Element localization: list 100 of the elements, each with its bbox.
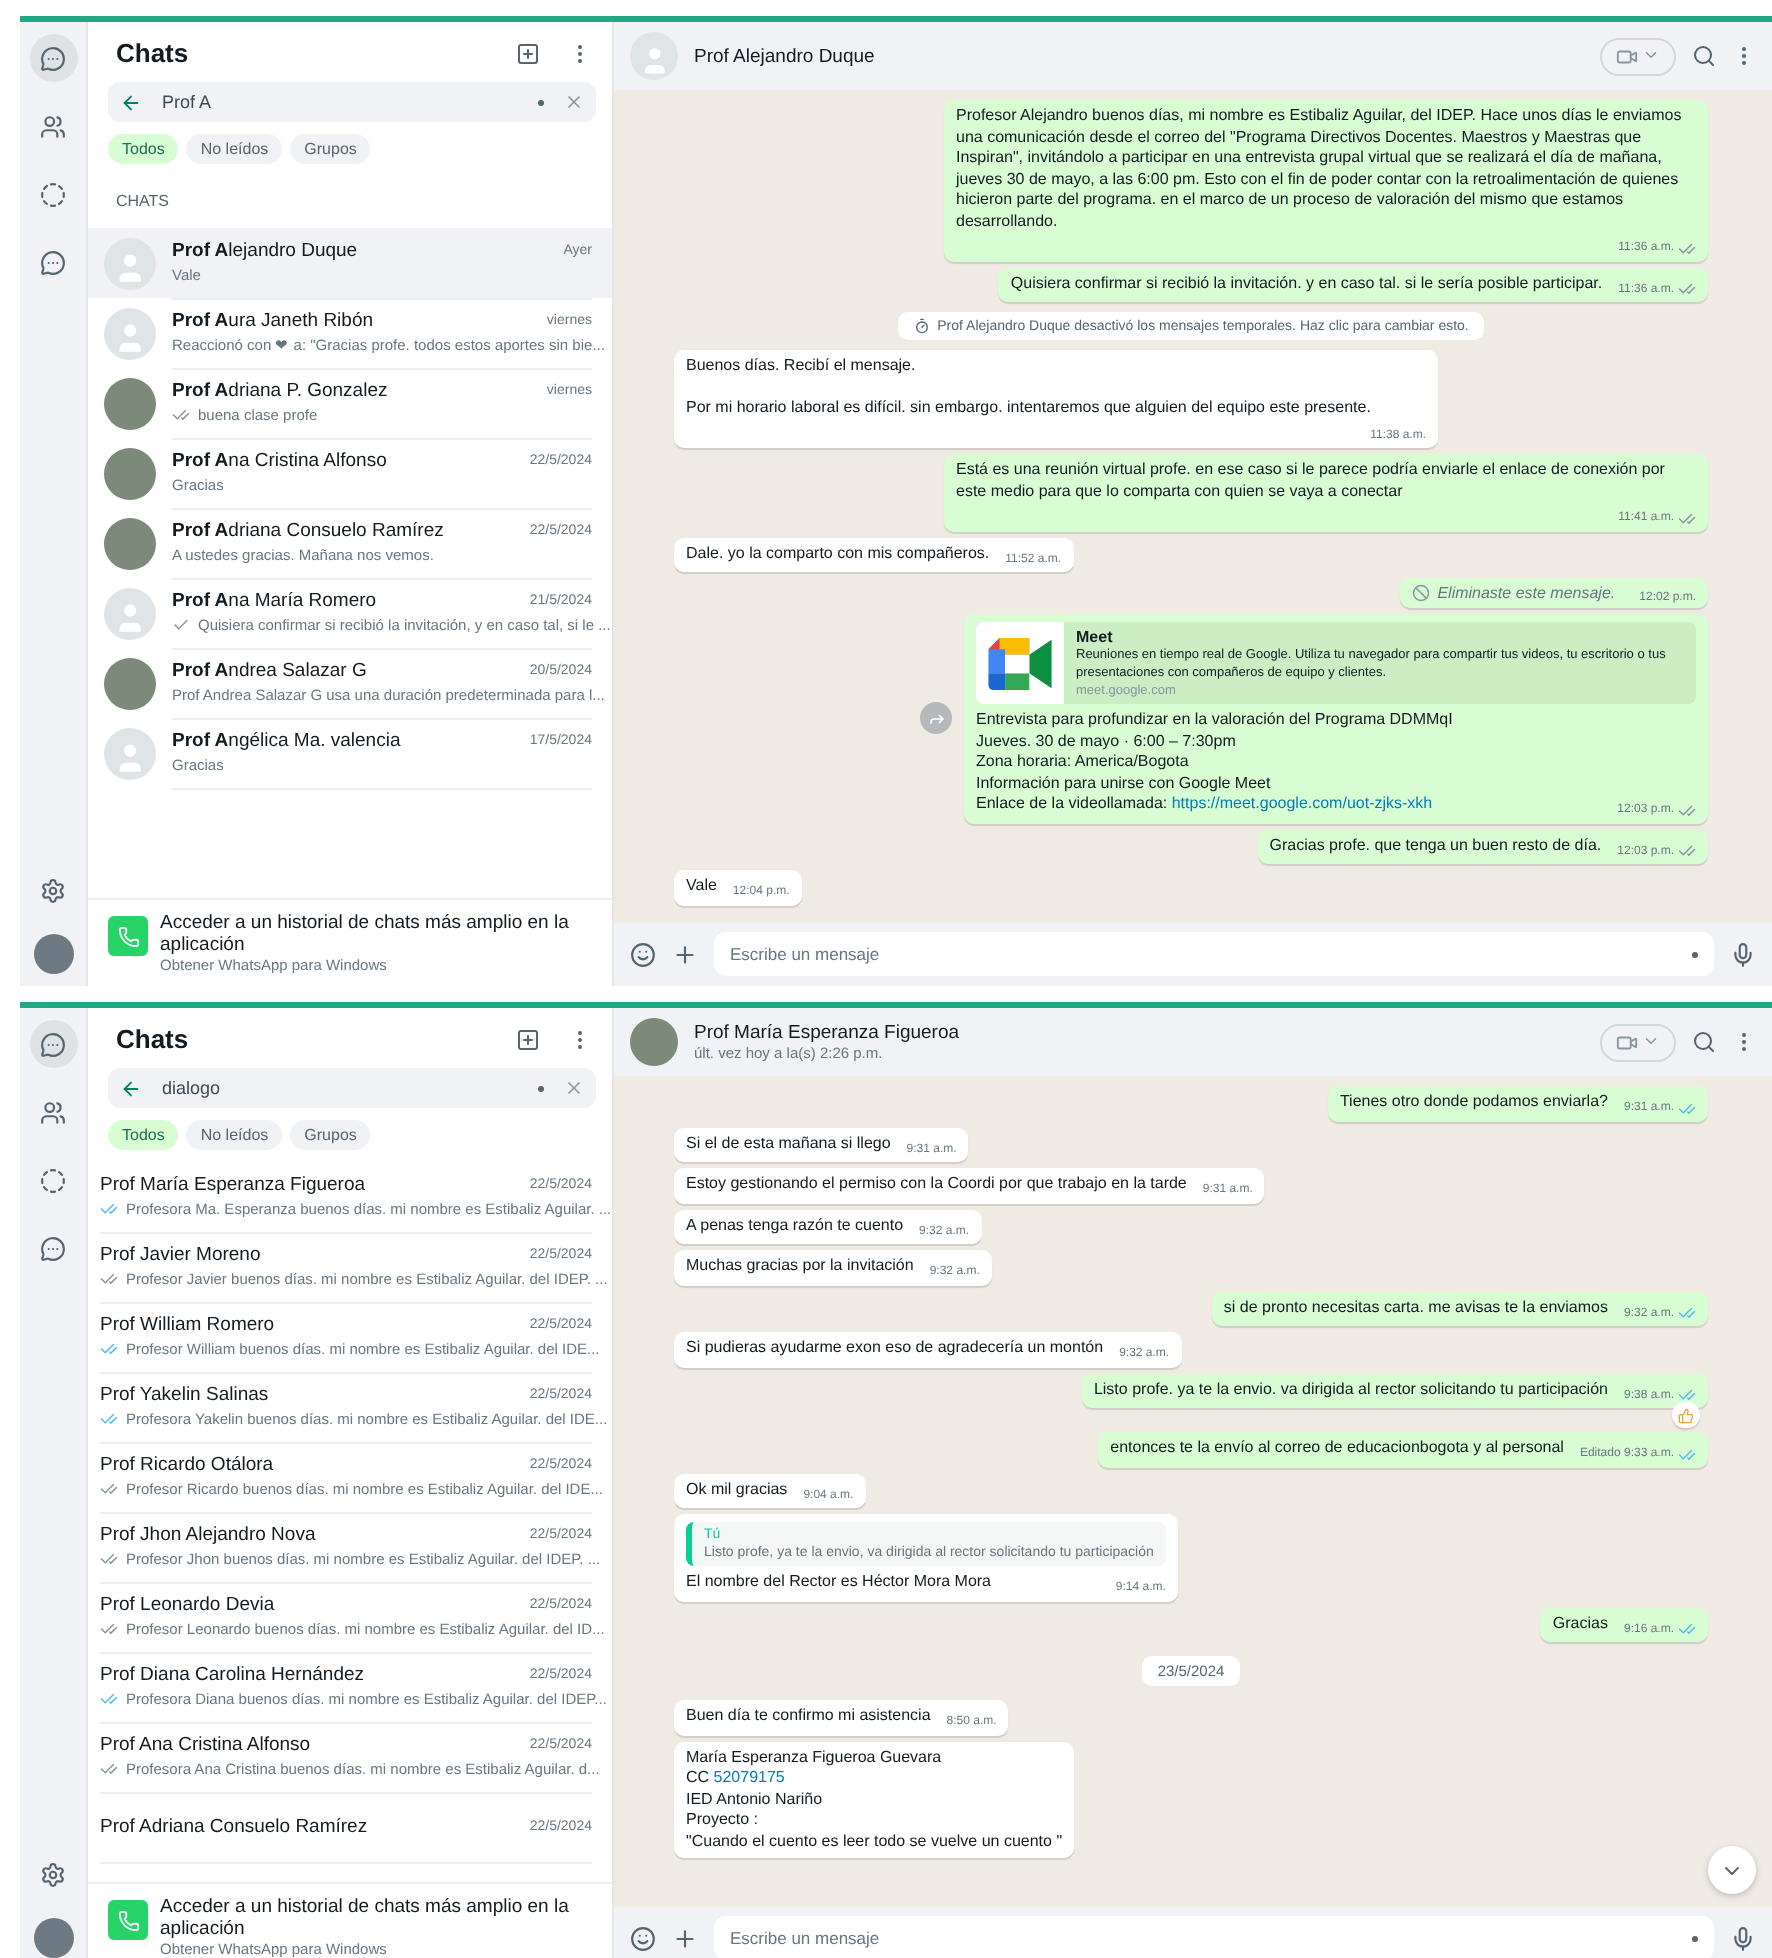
dot-icon bbox=[1692, 952, 1698, 958]
video-camera-icon bbox=[1616, 45, 1638, 67]
contact-name: Prof Leonardo Devia bbox=[100, 1594, 277, 1616]
dot-icon bbox=[538, 1085, 544, 1091]
contact-name: Prof William Romero bbox=[100, 1314, 277, 1336]
message-text: Listo profe. ya te la envio. va dirigida al rector solicitando tu participación bbox=[1093, 1379, 1608, 1400]
contact-name: Prof Ana Cristina Alfonso bbox=[172, 450, 389, 472]
filter-chip[interactable]: No leídos bbox=[186, 1120, 283, 1150]
profile-photo-placeholder[interactable] bbox=[33, 1918, 73, 1958]
contact-name: Prof María Esperanza Figueroa bbox=[100, 1174, 368, 1196]
chats-icon[interactable] bbox=[29, 1020, 77, 1068]
message-text: Jueves. 30 de mayo · 6:00 – 7:30pm bbox=[976, 731, 1236, 752]
message-text: Si el de esta mañana si llego bbox=[686, 1133, 891, 1154]
video-camera-icon bbox=[1616, 1031, 1638, 1053]
microphone-icon[interactable] bbox=[1730, 1925, 1756, 1951]
close-icon[interactable] bbox=[564, 92, 584, 112]
contact-name: Prof Yakelin Salinas bbox=[100, 1384, 271, 1406]
filter-chip[interactable]: Todos bbox=[108, 134, 179, 164]
dot-icon bbox=[538, 99, 544, 105]
link[interactable]: 52079175 bbox=[713, 1768, 785, 1786]
message-text: Buenos días. Recibí el mensaje. bbox=[686, 356, 916, 377]
contact-name: Prof Aura Janeth Ribón bbox=[172, 310, 376, 332]
close-icon[interactable] bbox=[564, 1078, 584, 1098]
contact-name: Prof Ana Cristina Alfonso bbox=[100, 1734, 313, 1756]
contact-name: Prof Ricardo Otálora bbox=[100, 1454, 276, 1476]
contact-name: Prof Javier Moreno bbox=[100, 1244, 263, 1266]
video-call-button[interactable] bbox=[1600, 1023, 1676, 1061]
contact-name: Prof Alejandro Duque bbox=[694, 45, 877, 67]
filter-chip[interactable]: Grupos bbox=[290, 1120, 371, 1150]
message-text: Zona horaria: America/Bogota bbox=[976, 752, 1189, 773]
message-text: Vale bbox=[686, 876, 717, 897]
emoji-icon[interactable] bbox=[630, 941, 656, 967]
promo-title[interactable]: Acceder a un historial de chats más amplio en la aplicación bbox=[160, 912, 592, 956]
message-text: Buen día te confirmo mi asistencia bbox=[686, 1706, 931, 1727]
plus-icon[interactable] bbox=[672, 1925, 698, 1951]
message-text: Por mi horario laboral es difícil. sin embargo. intentaremos que alguien del equipo este presente. bbox=[686, 398, 1371, 419]
message-text: Estoy gestionando el permiso con la Coordi por que trabajo en la tarde bbox=[686, 1174, 1187, 1195]
message-text: entonces te la envío al correo de educacionbogota y al personal bbox=[1110, 1438, 1564, 1459]
section-label: CHATS bbox=[114, 190, 172, 214]
message-text: IED Antonio Nariño bbox=[686, 1789, 823, 1810]
message-text: Profesor Alejandro buenos días, mi nombre es Estibaliz Aguilar, del IDEP. Hace unos días le enviamos una comunicación desde el correo del "Programa Directivos Docentes. Maestros y Maestras que Inspiran", invitándolo a participar en una entrevista grupal virtual que se realizará el día de mañana, jueves 30 de mayo, a las 6:00 pm. Esto con el fin de poder contar con la retroalimentación de quienes hicieron parte del programa. en el marco de un proceso de valoración del mismo que estamos desarrollando. bbox=[956, 106, 1684, 232]
message-text: Si pudieras ayudarme exon eso de agradecería un montón bbox=[686, 1338, 1104, 1359]
contact-name: Prof Adriana Consuelo Ramírez bbox=[100, 1815, 370, 1837]
chats-title: Chats bbox=[116, 1024, 191, 1054]
message-text: Enlace de la videollamada: https://meet.google.com/uot-zjks-xkh bbox=[976, 794, 1433, 815]
profile-photo-placeholder[interactable] bbox=[33, 934, 73, 974]
video-call-button[interactable] bbox=[1600, 37, 1676, 75]
message-text: Ok mil gracias bbox=[686, 1479, 788, 1500]
contact-name: Prof Angélica Ma. valencia bbox=[172, 730, 403, 752]
message-text: El nombre del Rector es Héctor Mora Mora bbox=[686, 1572, 991, 1593]
microphone-icon[interactable] bbox=[1730, 941, 1756, 967]
blocked-icon bbox=[1411, 584, 1430, 602]
message-text: Información para unirse con Google Meet bbox=[976, 773, 1271, 794]
chats-title: Chats bbox=[116, 38, 191, 68]
message-text: Tienes otro donde podamos enviarla? bbox=[1339, 1092, 1608, 1113]
filter-chip[interactable]: No leídos bbox=[186, 134, 283, 164]
link[interactable]: https://meet.google.com/uot-zjks-xkh bbox=[1171, 794, 1433, 812]
contact-name: Prof Ana María Romero bbox=[172, 590, 379, 612]
back-arrow-icon[interactable] bbox=[120, 1077, 142, 1099]
message-input[interactable]: Escribe un mensaje bbox=[714, 1916, 1714, 1958]
message-text: Entrevista para profundizar en la valoración del Programa DDMMqI bbox=[976, 710, 1453, 731]
contact-name: Prof Adriana P. Gonzalez bbox=[172, 380, 390, 402]
new-chat-icon[interactable] bbox=[516, 41, 540, 65]
message-text: Dale. yo la comparto con mis compañeros. bbox=[686, 543, 990, 564]
message-text: Gracias bbox=[1552, 1613, 1608, 1634]
message-text: A penas tenga razón te cuento bbox=[686, 1215, 904, 1236]
contact-name: Prof Diana Carolina Hernández bbox=[100, 1664, 367, 1686]
search-icon[interactable] bbox=[1692, 1030, 1716, 1054]
emoji-icon[interactable] bbox=[630, 1925, 656, 1951]
message-text: Proyecto : bbox=[686, 1810, 759, 1831]
new-chat-icon[interactable] bbox=[516, 1027, 540, 1051]
timer-icon bbox=[913, 318, 930, 334]
filter-chip[interactable]: Grupos bbox=[290, 134, 371, 164]
chats-icon[interactable] bbox=[29, 34, 77, 82]
message-text: si de pronto necesitas carta. me avisas te la enviamos bbox=[1223, 1297, 1608, 1318]
message-text: "Cuando el cuento es leer todo se vuelve un cuento " bbox=[686, 1831, 1063, 1852]
promo-title[interactable]: Acceder a un historial de chats más amplio en la aplicación bbox=[160, 1896, 592, 1940]
whatsapp-logo bbox=[108, 916, 148, 956]
deleted-message-text: Eliminaste este mensaje. bbox=[1437, 584, 1616, 602]
message-input[interactable]: Escribe un mensaje bbox=[714, 932, 1714, 976]
back-arrow-icon[interactable] bbox=[120, 91, 142, 113]
message-text: Está es una reunión virtual profe. en ese caso si le parece podría enviarle el enlace de conexión por este medio para que lo comparta con quien se vaya a conectar bbox=[956, 460, 1667, 502]
message-text: Muchas gracias por la invitación bbox=[686, 1256, 914, 1277]
contact-name: Prof Andrea Salazar G bbox=[172, 660, 369, 682]
filter-chip[interactable]: Todos bbox=[108, 1120, 179, 1150]
contact-name: Prof María Esperanza Figueroa bbox=[694, 1022, 962, 1044]
contact-name: Prof Alejandro Duque bbox=[172, 240, 360, 262]
message-text: Quisiera confirmar si recibió la invitación. y en caso tal. si le sería posible participar. bbox=[1010, 273, 1603, 294]
forward-icon bbox=[927, 709, 945, 728]
message-text: María Esperanza Figueroa Guevara bbox=[686, 1747, 942, 1768]
plus-icon[interactable] bbox=[672, 941, 698, 967]
contact-name: Prof Jhon Alejandro Nova bbox=[100, 1524, 318, 1546]
message-text: Gracias profe. que tenga un buen resto de día. bbox=[1269, 835, 1602, 856]
whatsapp-logo bbox=[108, 1900, 148, 1940]
video-camera-logo bbox=[988, 637, 1052, 689]
message-text: CC 52079175 bbox=[686, 1768, 785, 1789]
contact-name: Prof Adriana Consuelo Ramírez bbox=[172, 520, 446, 542]
search-icon[interactable] bbox=[1692, 44, 1716, 68]
preview-title: Meet bbox=[1076, 628, 1115, 646]
dot-icon bbox=[1692, 1936, 1698, 1942]
